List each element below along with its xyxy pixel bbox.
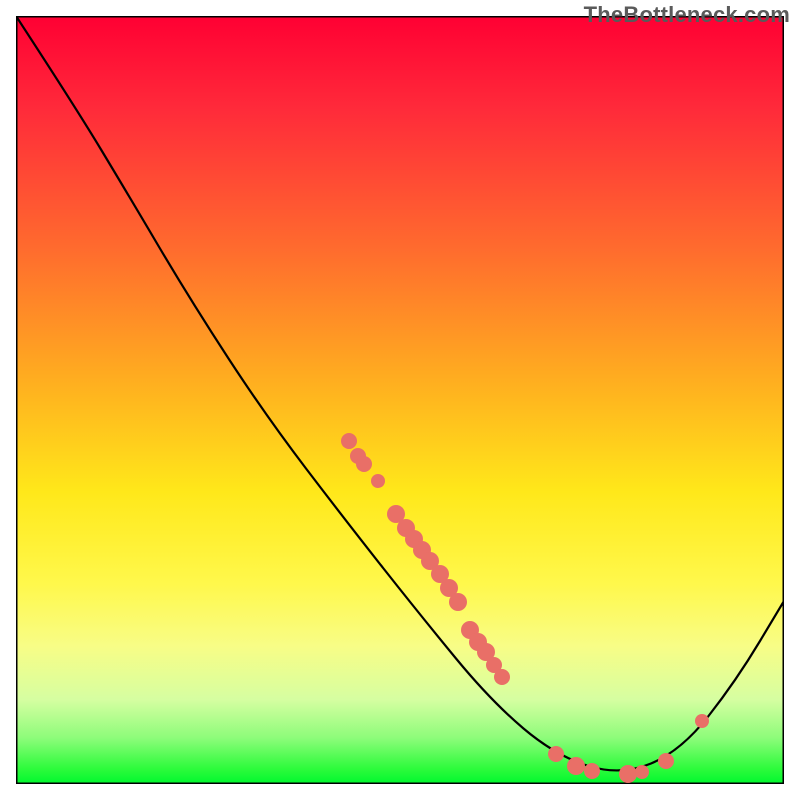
marker-dot xyxy=(371,474,385,488)
marker-dot xyxy=(619,765,637,783)
chart-frame xyxy=(17,17,784,784)
chart-svg xyxy=(16,16,784,784)
bottleneck-curve xyxy=(16,16,784,770)
marker-dot xyxy=(449,593,467,611)
bottleneck-chart: TheBottleneck.com xyxy=(0,0,800,800)
watermark-text: TheBottleneck.com xyxy=(584,2,790,28)
marker-dot xyxy=(341,433,357,449)
marker-dot xyxy=(356,456,372,472)
marker-dot xyxy=(658,753,674,769)
marker-dot xyxy=(584,763,600,779)
marker-dot xyxy=(548,746,564,762)
marker-dot xyxy=(567,757,585,775)
marker-dot xyxy=(635,765,649,779)
marker-dot xyxy=(695,714,709,728)
marker-dot xyxy=(494,669,510,685)
